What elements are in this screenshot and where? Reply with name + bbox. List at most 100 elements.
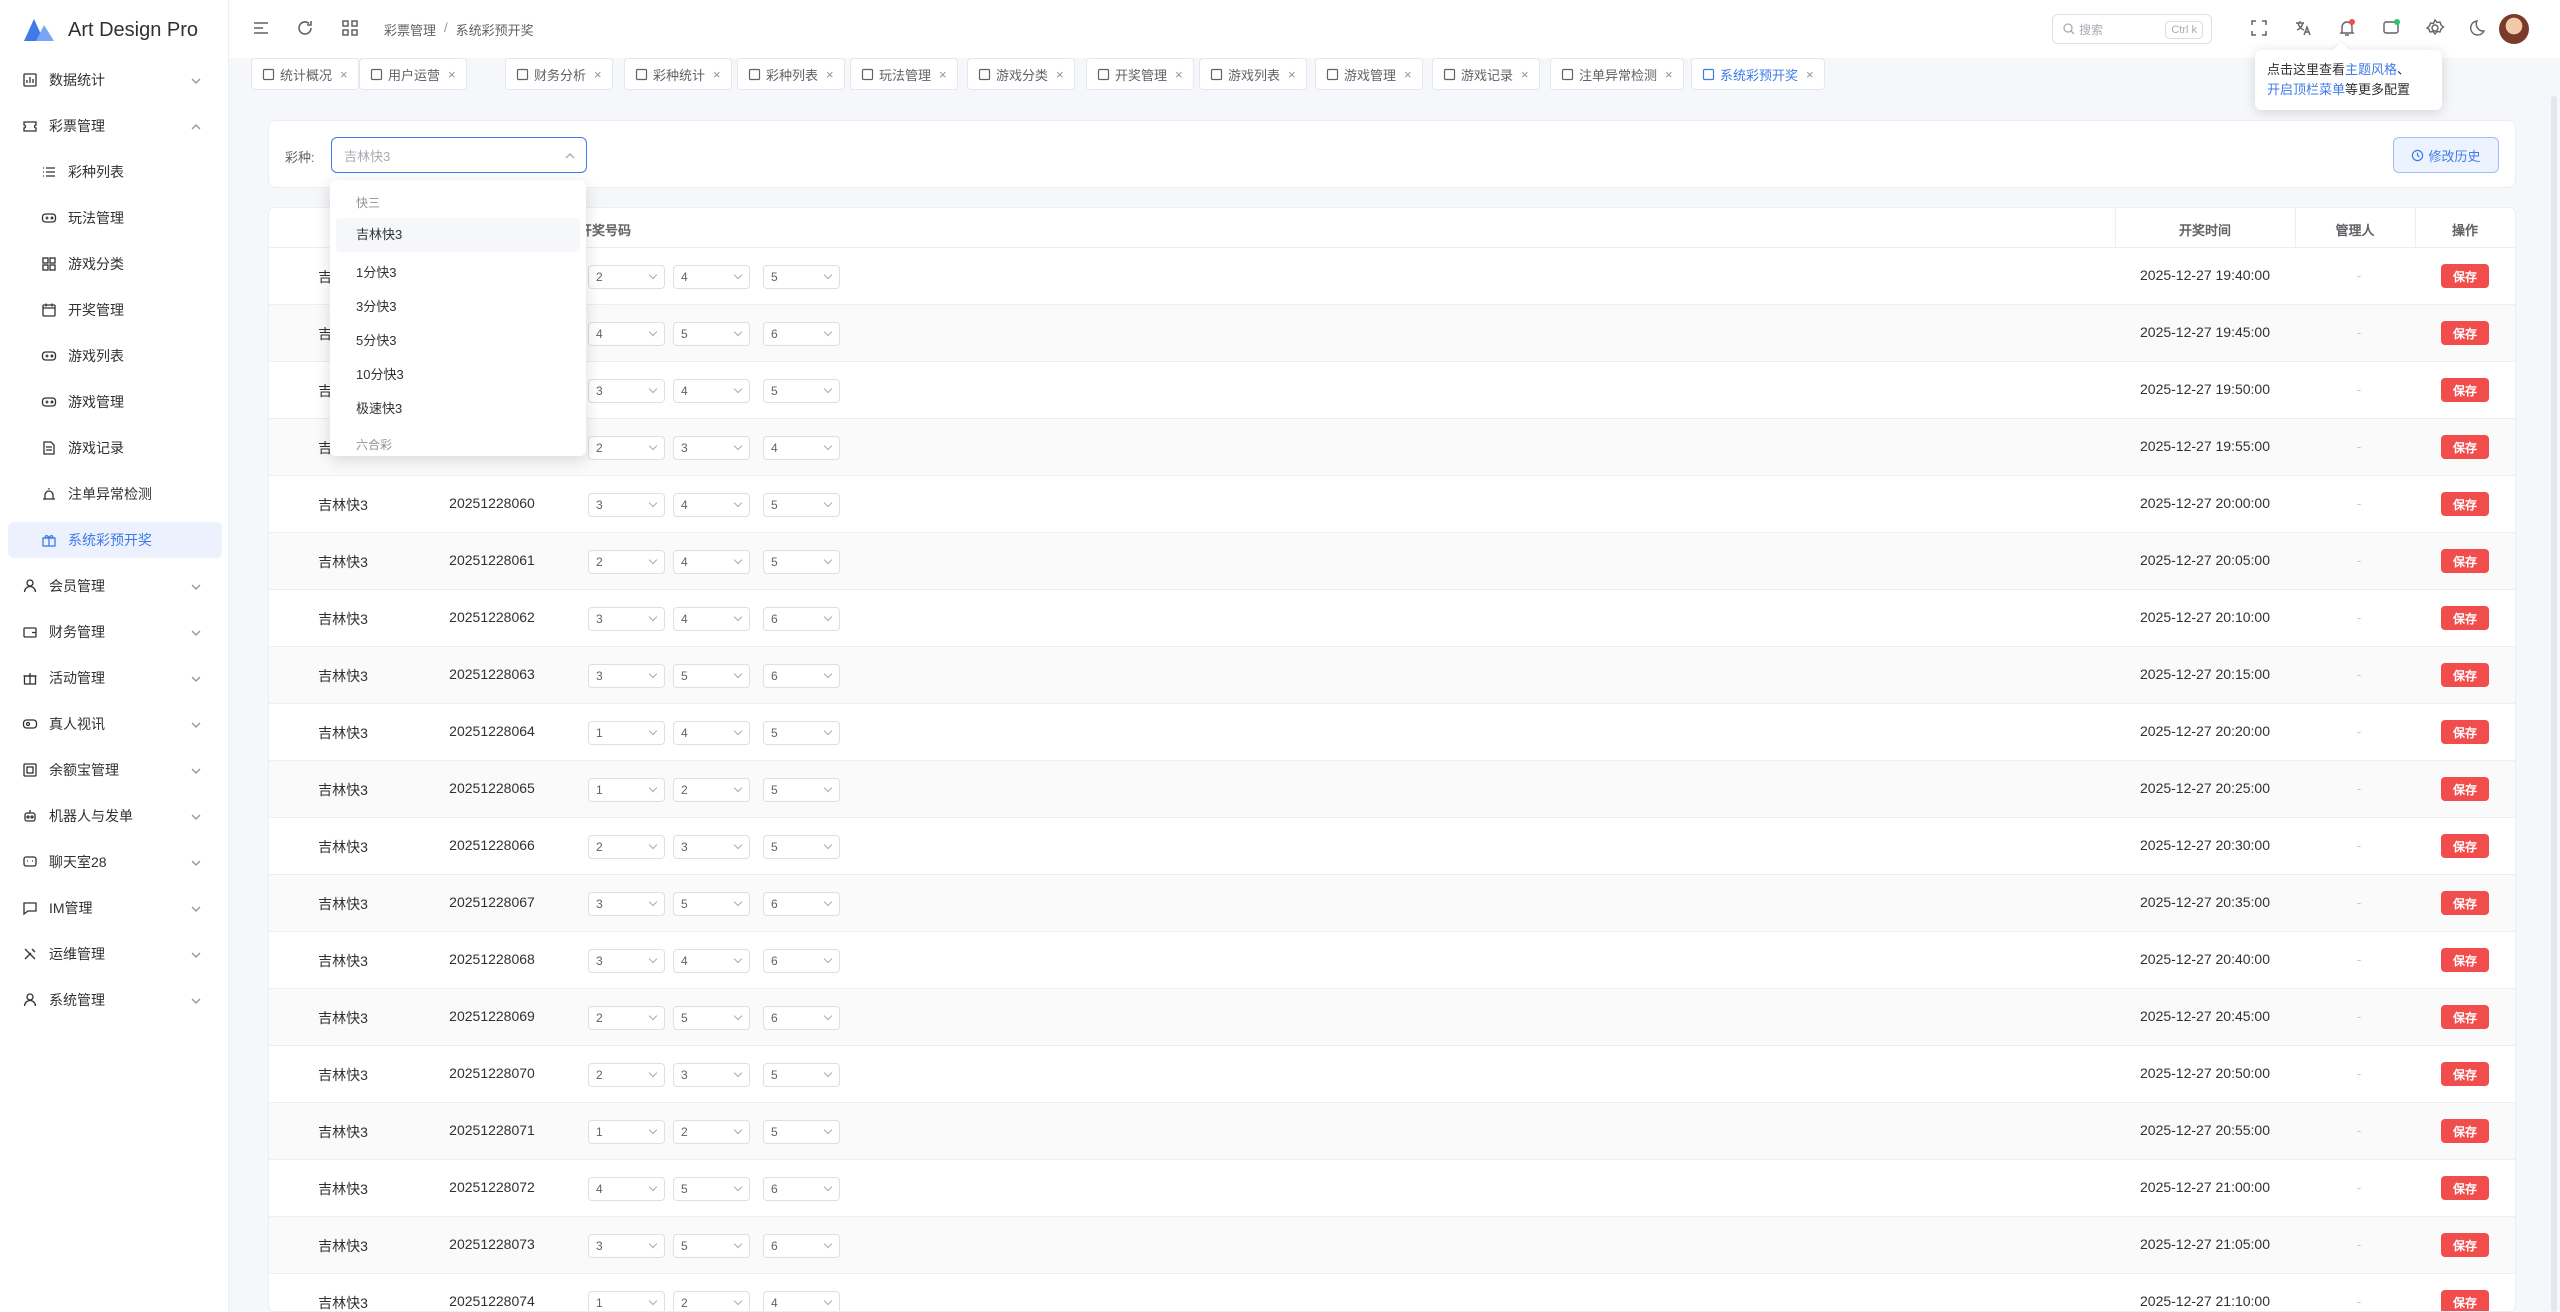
tab[interactable]: 彩种列表 × [737, 58, 845, 90]
dropdown-option[interactable]: 吉林快3 [336, 218, 580, 252]
number-select-1[interactable]: 4 [588, 322, 665, 346]
tab[interactable]: 财务分析 × [505, 58, 613, 90]
number-select-2[interactable]: 3 [673, 1063, 750, 1087]
translate-icon[interactable] [2293, 18, 2313, 38]
save-button[interactable]: 保存 [2441, 1005, 2489, 1029]
close-icon[interactable]: × [939, 67, 947, 82]
number-select-1[interactable]: 2 [588, 835, 665, 859]
close-icon[interactable]: × [1665, 67, 1673, 82]
number-select-2[interactable]: 2 [673, 1120, 750, 1144]
sidebar-item[interactable]: 游戏管理 [8, 384, 222, 420]
number-select-3[interactable]: 5 [763, 1120, 840, 1144]
save-button[interactable]: 保存 [2441, 549, 2489, 573]
number-select-3[interactable]: 6 [763, 949, 840, 973]
tab[interactable]: 游戏记录 × [1432, 58, 1540, 90]
dropdown-option[interactable]: 极速快3 [336, 392, 580, 426]
sidebar-item[interactable]: 余额宝管理 [8, 752, 222, 788]
number-select-2[interactable]: 5 [673, 664, 750, 688]
number-select-3[interactable]: 5 [763, 778, 840, 802]
number-select-1[interactable]: 2 [588, 436, 665, 460]
close-icon[interactable]: × [448, 67, 456, 82]
tab[interactable]: 系统彩预开奖 × [1691, 58, 1825, 90]
number-select-1[interactable]: 2 [588, 265, 665, 289]
page-scrollbar[interactable] [2551, 96, 2557, 1312]
menu-toggle-icon[interactable] [251, 18, 271, 38]
dark-mode-moon-icon[interactable] [2469, 18, 2489, 38]
notification-bell-icon[interactable] [2337, 18, 2357, 38]
number-select-2[interactable]: 5 [673, 322, 750, 346]
close-icon[interactable]: × [713, 67, 721, 82]
number-select-2[interactable]: 4 [673, 721, 750, 745]
number-select-3[interactable]: 6 [763, 1006, 840, 1030]
sidebar-item[interactable]: 会员管理 [8, 568, 222, 604]
number-select-3[interactable]: 5 [763, 379, 840, 403]
number-select-2[interactable]: 4 [673, 607, 750, 631]
dropdown-option[interactable]: 10分快3 [336, 358, 580, 392]
dropdown-option[interactable]: 1分快3 [336, 256, 580, 290]
number-select-1[interactable]: 2 [588, 1063, 665, 1087]
sidebar-item[interactable]: 玩法管理 [8, 200, 222, 236]
sidebar-item[interactable]: 真人视讯 [8, 706, 222, 742]
number-select-2[interactable]: 2 [673, 1291, 750, 1311]
close-icon[interactable]: × [340, 67, 348, 82]
save-button[interactable]: 保存 [2441, 891, 2489, 915]
number-select-1[interactable]: 1 [588, 1120, 665, 1144]
save-button[interactable]: 保存 [2441, 834, 2489, 858]
close-icon[interactable]: × [1288, 67, 1296, 82]
number-select-1[interactable]: 2 [588, 1006, 665, 1030]
number-select-3[interactable]: 5 [763, 1063, 840, 1087]
number-select-3[interactable]: 6 [763, 664, 840, 688]
number-select-3[interactable]: 5 [763, 493, 840, 517]
top-menu-link[interactable]: 开启顶栏菜单 [2267, 82, 2345, 97]
save-button[interactable]: 保存 [2441, 264, 2489, 288]
save-button[interactable]: 保存 [2441, 1119, 2489, 1143]
number-select-3[interactable]: 5 [763, 550, 840, 574]
close-icon[interactable]: × [1404, 67, 1412, 82]
sidebar-item[interactable]: IM管理 [8, 890, 222, 926]
sidebar-item[interactable]: 游戏分类 [8, 246, 222, 282]
chat-notice-icon[interactable] [2381, 18, 2401, 38]
number-select-3[interactable]: 5 [763, 265, 840, 289]
number-select-1[interactable]: 1 [588, 721, 665, 745]
number-select-2[interactable]: 4 [673, 493, 750, 517]
settings-gear-icon[interactable] [2425, 18, 2445, 38]
number-select-1[interactable]: 3 [588, 493, 665, 517]
number-select-1[interactable]: 1 [588, 1291, 665, 1311]
save-button[interactable]: 保存 [2441, 378, 2489, 402]
tab[interactable]: 游戏列表 × [1199, 58, 1307, 90]
close-icon[interactable]: × [594, 67, 602, 82]
number-select-1[interactable]: 3 [588, 949, 665, 973]
number-select-2[interactable]: 5 [673, 1177, 750, 1201]
number-select-2[interactable]: 4 [673, 949, 750, 973]
save-button[interactable]: 保存 [2441, 663, 2489, 687]
number-select-1[interactable]: 4 [588, 1177, 665, 1201]
sidebar-item[interactable]: 财务管理 [8, 614, 222, 650]
close-icon[interactable]: × [1806, 67, 1814, 82]
sidebar-item[interactable]: 彩票管理 [8, 108, 222, 144]
modify-history-button[interactable]: 修改历史 [2393, 137, 2499, 173]
save-button[interactable]: 保存 [2441, 1176, 2489, 1200]
search-input[interactable]: 搜索 Ctrl k [2052, 14, 2212, 44]
number-select-3[interactable]: 6 [763, 322, 840, 346]
number-select-3[interactable]: 6 [763, 892, 840, 916]
number-select-2[interactable]: 2 [673, 778, 750, 802]
number-select-2[interactable]: 4 [673, 550, 750, 574]
save-button[interactable]: 保存 [2441, 321, 2489, 345]
save-button[interactable]: 保存 [2441, 948, 2489, 972]
close-icon[interactable]: × [1175, 67, 1183, 82]
number-select-1[interactable]: 1 [588, 778, 665, 802]
sidebar-item[interactable]: 开奖管理 [8, 292, 222, 328]
sidebar-item[interactable]: 注单异常检测 [8, 476, 222, 512]
sidebar-item[interactable]: 聊天室28 [8, 844, 222, 880]
number-select-2[interactable]: 3 [673, 835, 750, 859]
tab[interactable]: 玩法管理 × [850, 58, 958, 90]
number-select-1[interactable]: 3 [588, 1234, 665, 1258]
number-select-2[interactable]: 4 [673, 265, 750, 289]
sidebar-item[interactable]: 游戏列表 [8, 338, 222, 374]
theme-style-link[interactable]: 主题风格 [2345, 62, 2397, 77]
save-button[interactable]: 保存 [2441, 777, 2489, 801]
tab[interactable]: 用户运营 × [359, 58, 467, 90]
number-select-2[interactable]: 5 [673, 892, 750, 916]
sidebar-item[interactable]: 机器人与发单 [8, 798, 222, 834]
sidebar-item[interactable]: 数据统计 [8, 62, 222, 98]
